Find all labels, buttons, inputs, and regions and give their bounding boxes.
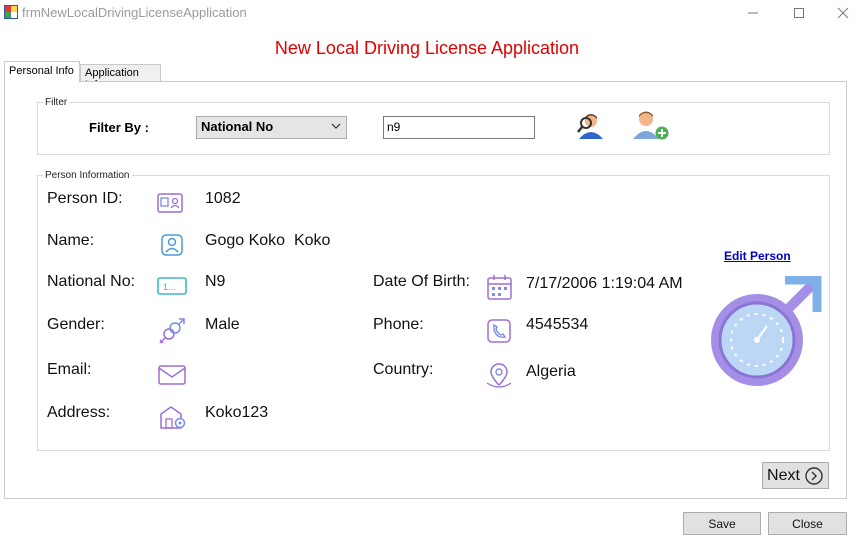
calendar-icon [487,275,512,300]
next-arrow-icon [805,466,823,485]
filter-by-select[interactable]: National No [196,116,347,139]
save-button[interactable]: Save [683,512,761,535]
minimize-icon [748,12,758,14]
phone-value: 4545534 [526,316,589,333]
gender-label: Gender: [47,316,105,333]
name-icon [161,234,183,256]
phone-label: Phone: [373,316,424,333]
save-label: Save [708,516,736,531]
filter-by-selected: National No [201,119,274,134]
edit-person-link[interactable]: Edit Person [724,249,791,263]
close-window-button[interactable] [820,0,866,26]
app-icon [4,5,18,19]
maximize-icon [794,8,804,18]
tab-application-info[interactable]: Application Info [80,64,161,91]
address-label: Address: [47,404,111,421]
national-no-icon: 1... [157,277,187,295]
address-value: Koko123 [205,404,269,421]
add-person-icon[interactable] [631,109,671,141]
country-label: Country: [373,361,434,378]
next-button[interactable]: Next [762,462,829,489]
country-value: Algeria [526,363,576,380]
minimize-button[interactable] [730,0,776,26]
maximize-button[interactable] [776,0,822,26]
address-icon [160,406,186,429]
tab-panel-personal-info: Filter Filter By : National No n9 Person… [4,81,847,499]
close-label: Close [792,516,823,531]
window-title: frmNewLocalDrivingLicenseApplication [22,5,247,20]
close-button[interactable]: Close [768,512,847,535]
date-of-birth-label: Date Of Birth: [373,273,470,290]
person-id-value: 1082 [205,190,241,207]
filter-search-value: n9 [387,120,401,134]
phone-icon [487,319,511,343]
country-icon [486,363,512,388]
gender-value: Male [205,316,240,333]
title-bar: frmNewLocalDrivingLicenseApplication [0,0,866,26]
filter-by-label: Filter By : [89,120,149,135]
name-label: Name: [47,232,95,249]
tab-personal-info[interactable]: Personal Info [4,61,80,82]
person-id-label: Person ID: [47,190,123,207]
gender-icon [159,318,185,344]
national-no-label: National No: [47,273,136,290]
name-value: Gogo Koko Koko [205,232,331,249]
svg-text:1...: 1... [163,282,176,292]
chevron-down-icon [331,123,341,129]
national-no-value: N9 [205,273,226,290]
male-symbol-icon [711,276,822,386]
date-of-birth-value: 7/17/2006 1:19:04 AM [526,275,683,292]
email-label: Email: [47,361,92,378]
filter-search-input[interactable]: n9 [383,116,535,139]
find-person-icon[interactable] [576,111,606,141]
close-icon [837,7,849,19]
next-label: Next [767,466,800,484]
filter-group-caption: Filter [43,97,70,109]
person-information-caption: Person Information [43,170,132,182]
email-icon [158,365,186,385]
form-title: New Local Driving License Application [274,38,580,58]
id-card-icon [157,193,183,213]
